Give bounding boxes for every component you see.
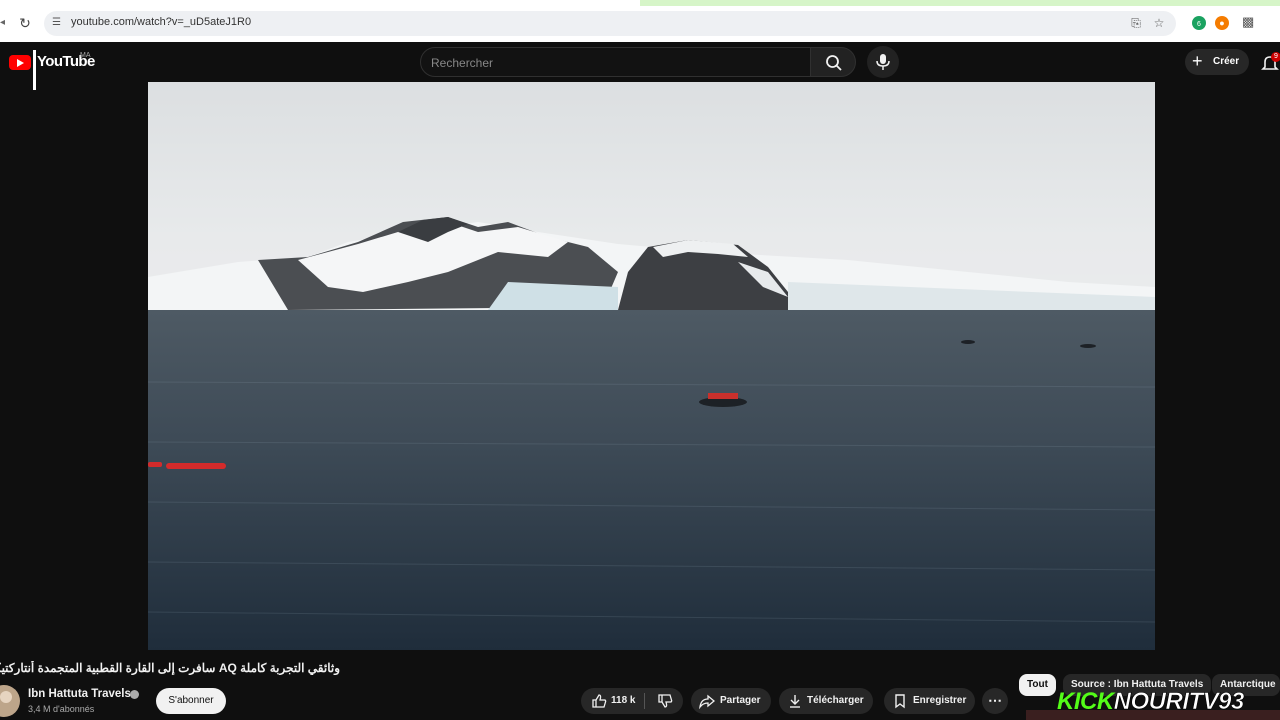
subscribe-button[interactable]: S'abonner [156,688,226,714]
search-icon [826,55,842,71]
kick-overlay: KICKNOURITV93 [1057,688,1245,716]
video-player[interactable] [148,82,1155,650]
address-bar[interactable]: ☰ youtube.com/watch?v=_uD5ateJ1R0 ⎘ ☆ [44,11,1176,36]
download-label: Télécharger [807,695,864,706]
browser-toolbar: ◂ ↻ ☰ youtube.com/watch?v=_uD5ateJ1R0 ⎘ … [0,0,1280,42]
microphone-icon [876,54,890,70]
share-icon [699,694,715,709]
thumbs-up-icon[interactable] [591,693,607,709]
channel-avatar[interactable] [0,685,20,717]
site-settings-icon[interactable]: ☰ [52,17,64,29]
save-button[interactable]: Enregistrer [884,688,975,714]
download-button[interactable]: Télécharger [779,688,873,714]
search-input[interactable] [431,54,791,72]
text-cursor [33,50,36,90]
tab-strip-edge [640,0,1280,6]
extension-icon[interactable]: 6 [1192,16,1206,30]
share-button[interactable]: Partager [691,688,771,714]
save-label: Enregistrer [913,695,967,706]
more-icon: ⋯ [988,692,1002,708]
channel-name[interactable]: Ibn Hattuta Travels [28,688,131,700]
kick-logo-text: KICK [1057,688,1114,715]
bookmark-star-icon[interactable]: ☆ [1152,16,1166,30]
extensions-puzzle-icon[interactable]: ▩ [1242,15,1256,29]
install-app-icon[interactable]: ⎘ [1129,16,1143,30]
url-text[interactable]: youtube.com/watch?v=_uD5ateJ1R0 [71,16,251,28]
extension-orange-icon[interactable]: ● [1215,16,1229,30]
reload-icon[interactable]: ↻ [17,15,33,31]
country-code: MA [80,52,91,59]
search-button[interactable] [810,47,856,77]
share-label: Partager [720,695,761,706]
streamer-handle: NOURITV93 [1113,688,1244,716]
video-title: وثائقي التجربة كاملة AQ سافرت إلى القارة… [0,661,340,675]
chip-all[interactable]: Tout [1019,674,1056,696]
video-frame [148,82,1155,650]
extension-badge: 6 [1197,21,1201,28]
like-divider [644,693,645,709]
back-icon[interactable]: ◂ [0,15,8,31]
create-button[interactable]: + Créer [1185,49,1249,75]
like-count[interactable]: 118 k [611,695,635,706]
like-dislike-group: 118 k [581,688,683,714]
more-actions-button[interactable]: ⋯ [982,688,1008,714]
plus-icon: + [1192,51,1203,71]
create-label: Créer [1213,56,1240,67]
download-icon [790,695,800,708]
youtube-logo-icon[interactable] [9,55,31,70]
subscriber-count: 3,4 M d'abonnés [28,704,95,714]
notification-badge: 9 [1271,52,1280,62]
voice-search-button[interactable] [867,46,899,78]
bookmark-icon [895,694,905,709]
thumbs-down-icon[interactable] [657,693,673,709]
search-box[interactable] [420,47,811,77]
verified-badge-icon [130,690,139,699]
